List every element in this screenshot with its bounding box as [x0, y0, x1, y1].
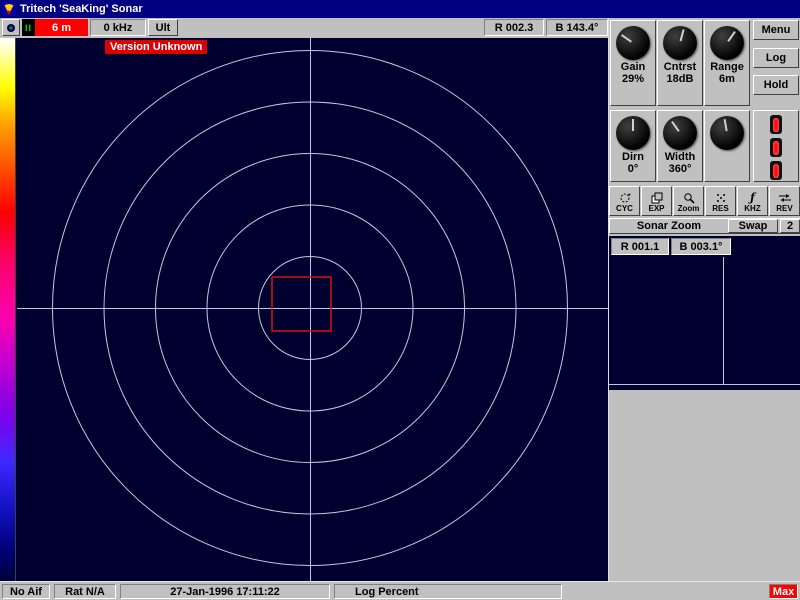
- bearing-readout: B 143.4°: [546, 19, 608, 36]
- frequency-icon: ƒ: [750, 192, 755, 204]
- max-indicator[interactable]: Max: [769, 584, 798, 599]
- pause-indicator[interactable]: II: [22, 19, 35, 36]
- exp-button[interactable]: EXP: [641, 186, 672, 216]
- knob-pointer: [632, 119, 634, 131]
- range-readout: R 002.3: [484, 19, 544, 36]
- cycle-icon: [619, 192, 631, 204]
- sonar-head-icon: [6, 23, 16, 33]
- window-title: Tritech 'SeaKing' Sonar: [20, 3, 143, 15]
- cyc-button[interactable]: CYC: [609, 186, 640, 216]
- zoom-bearing-readout: B 003.1°: [671, 238, 731, 255]
- knob-value: 6m: [705, 73, 749, 85]
- aif-status: No Aif: [2, 584, 50, 599]
- aux-knob[interactable]: [710, 116, 744, 150]
- version-overlay: Version Unknown: [105, 40, 207, 54]
- gain-knob[interactable]: [616, 26, 650, 60]
- sonar-display[interactable]: Version Unknown: [0, 38, 608, 581]
- zoom-crosshair-horizontal: [609, 384, 800, 385]
- hold-button[interactable]: Hold: [753, 75, 799, 95]
- sonar-plot: [0, 38, 608, 581]
- khz-button[interactable]: ƒ KHZ: [737, 186, 768, 216]
- reverse-icon: [778, 192, 792, 204]
- title-bar[interactable]: Tritech 'SeaKing' Sonar: [0, 0, 800, 18]
- expand-icon: [651, 192, 663, 204]
- zoom-button[interactable]: Zoom: [673, 186, 704, 216]
- zoom-title: Sonar Zoom: [610, 220, 728, 232]
- range-display: 6 m: [35, 19, 88, 36]
- sonar-head-button[interactable]: [2, 19, 20, 36]
- control-panel: Gain 29% Cntrst 18dB Range 6m Menu Log H…: [608, 18, 800, 581]
- zoom-display[interactable]: R 001.1 B 003.1°: [609, 236, 800, 390]
- app-icon[interactable]: [2, 2, 16, 16]
- status-led: [773, 164, 779, 178]
- led-slot: [770, 161, 782, 180]
- status-led: [773, 118, 779, 132]
- tool-label: REV: [776, 205, 792, 213]
- knob-pointer: [724, 119, 728, 131]
- led-panel: [753, 110, 799, 182]
- res-button[interactable]: RES: [705, 186, 736, 216]
- knob-value: 0°: [611, 163, 655, 175]
- knob-value: 29%: [611, 73, 655, 85]
- menu-button[interactable]: Menu: [753, 20, 799, 40]
- tool-label: CYC: [616, 205, 633, 213]
- log-status: Log Percent: [334, 584, 562, 599]
- tool-label: KHZ: [744, 205, 760, 213]
- ult-button[interactable]: Ult: [148, 19, 178, 36]
- knob-value: 18dB: [658, 73, 702, 85]
- rat-status: Rat N/A: [54, 584, 116, 599]
- knob-pointer: [727, 31, 736, 42]
- led-slot: [770, 138, 782, 157]
- direction-knob[interactable]: [616, 116, 650, 150]
- width-knob-panel: Width 360°: [657, 110, 703, 182]
- crosshair-lines: [17, 38, 608, 581]
- width-knob[interactable]: [663, 116, 697, 150]
- zoom-range-readout: R 001.1: [611, 238, 669, 255]
- led-slot: [770, 115, 782, 134]
- magnifier-icon: [683, 192, 695, 204]
- zoom-count-button[interactable]: 2: [780, 219, 800, 233]
- tool-label: Zoom: [678, 205, 700, 213]
- tool-label: RES: [712, 205, 728, 213]
- knob-label: Cntrst: [658, 61, 702, 73]
- toolbar: II 6 m 0 kHz Ult R 002.3 B 143.4°: [0, 18, 608, 38]
- status-bar: No Aif Rat N/A 27-Jan-1996 17:11:22 Log …: [0, 581, 800, 600]
- rev-button[interactable]: REV: [769, 186, 800, 216]
- knob-value: 360°: [658, 163, 702, 175]
- direction-knob-panel: Dirn 0°: [610, 110, 656, 182]
- aux-knob-panel: [704, 110, 750, 182]
- gain-knob-panel: Gain 29%: [610, 20, 656, 106]
- zoom-title-bar: Sonar Zoom Swap 2: [609, 218, 800, 234]
- swap-button[interactable]: Swap: [728, 219, 778, 233]
- knob-label: Dirn: [611, 151, 655, 163]
- contrast-knob[interactable]: [663, 26, 697, 60]
- knob-pointer: [680, 29, 685, 41]
- status-led: [773, 141, 779, 155]
- tool-label: EXP: [648, 205, 664, 213]
- frequency-display: 0 kHz: [90, 19, 146, 36]
- resolution-icon: [715, 192, 727, 204]
- contrast-knob-panel: Cntrst 18dB: [657, 20, 703, 106]
- knob-pointer: [621, 34, 632, 43]
- zoom-crosshair-vertical: [723, 257, 724, 384]
- datetime-status: 27-Jan-1996 17:11:22: [120, 584, 330, 599]
- log-button[interactable]: Log: [753, 48, 799, 68]
- app-window: Tritech 'SeaKing' Sonar II 6 m 0 kHz Ult…: [0, 0, 800, 600]
- zoom-box-marker[interactable]: [272, 277, 331, 331]
- range-knob-panel: Range 6m: [704, 20, 750, 106]
- knob-pointer: [671, 121, 680, 132]
- range-knob[interactable]: [710, 26, 744, 60]
